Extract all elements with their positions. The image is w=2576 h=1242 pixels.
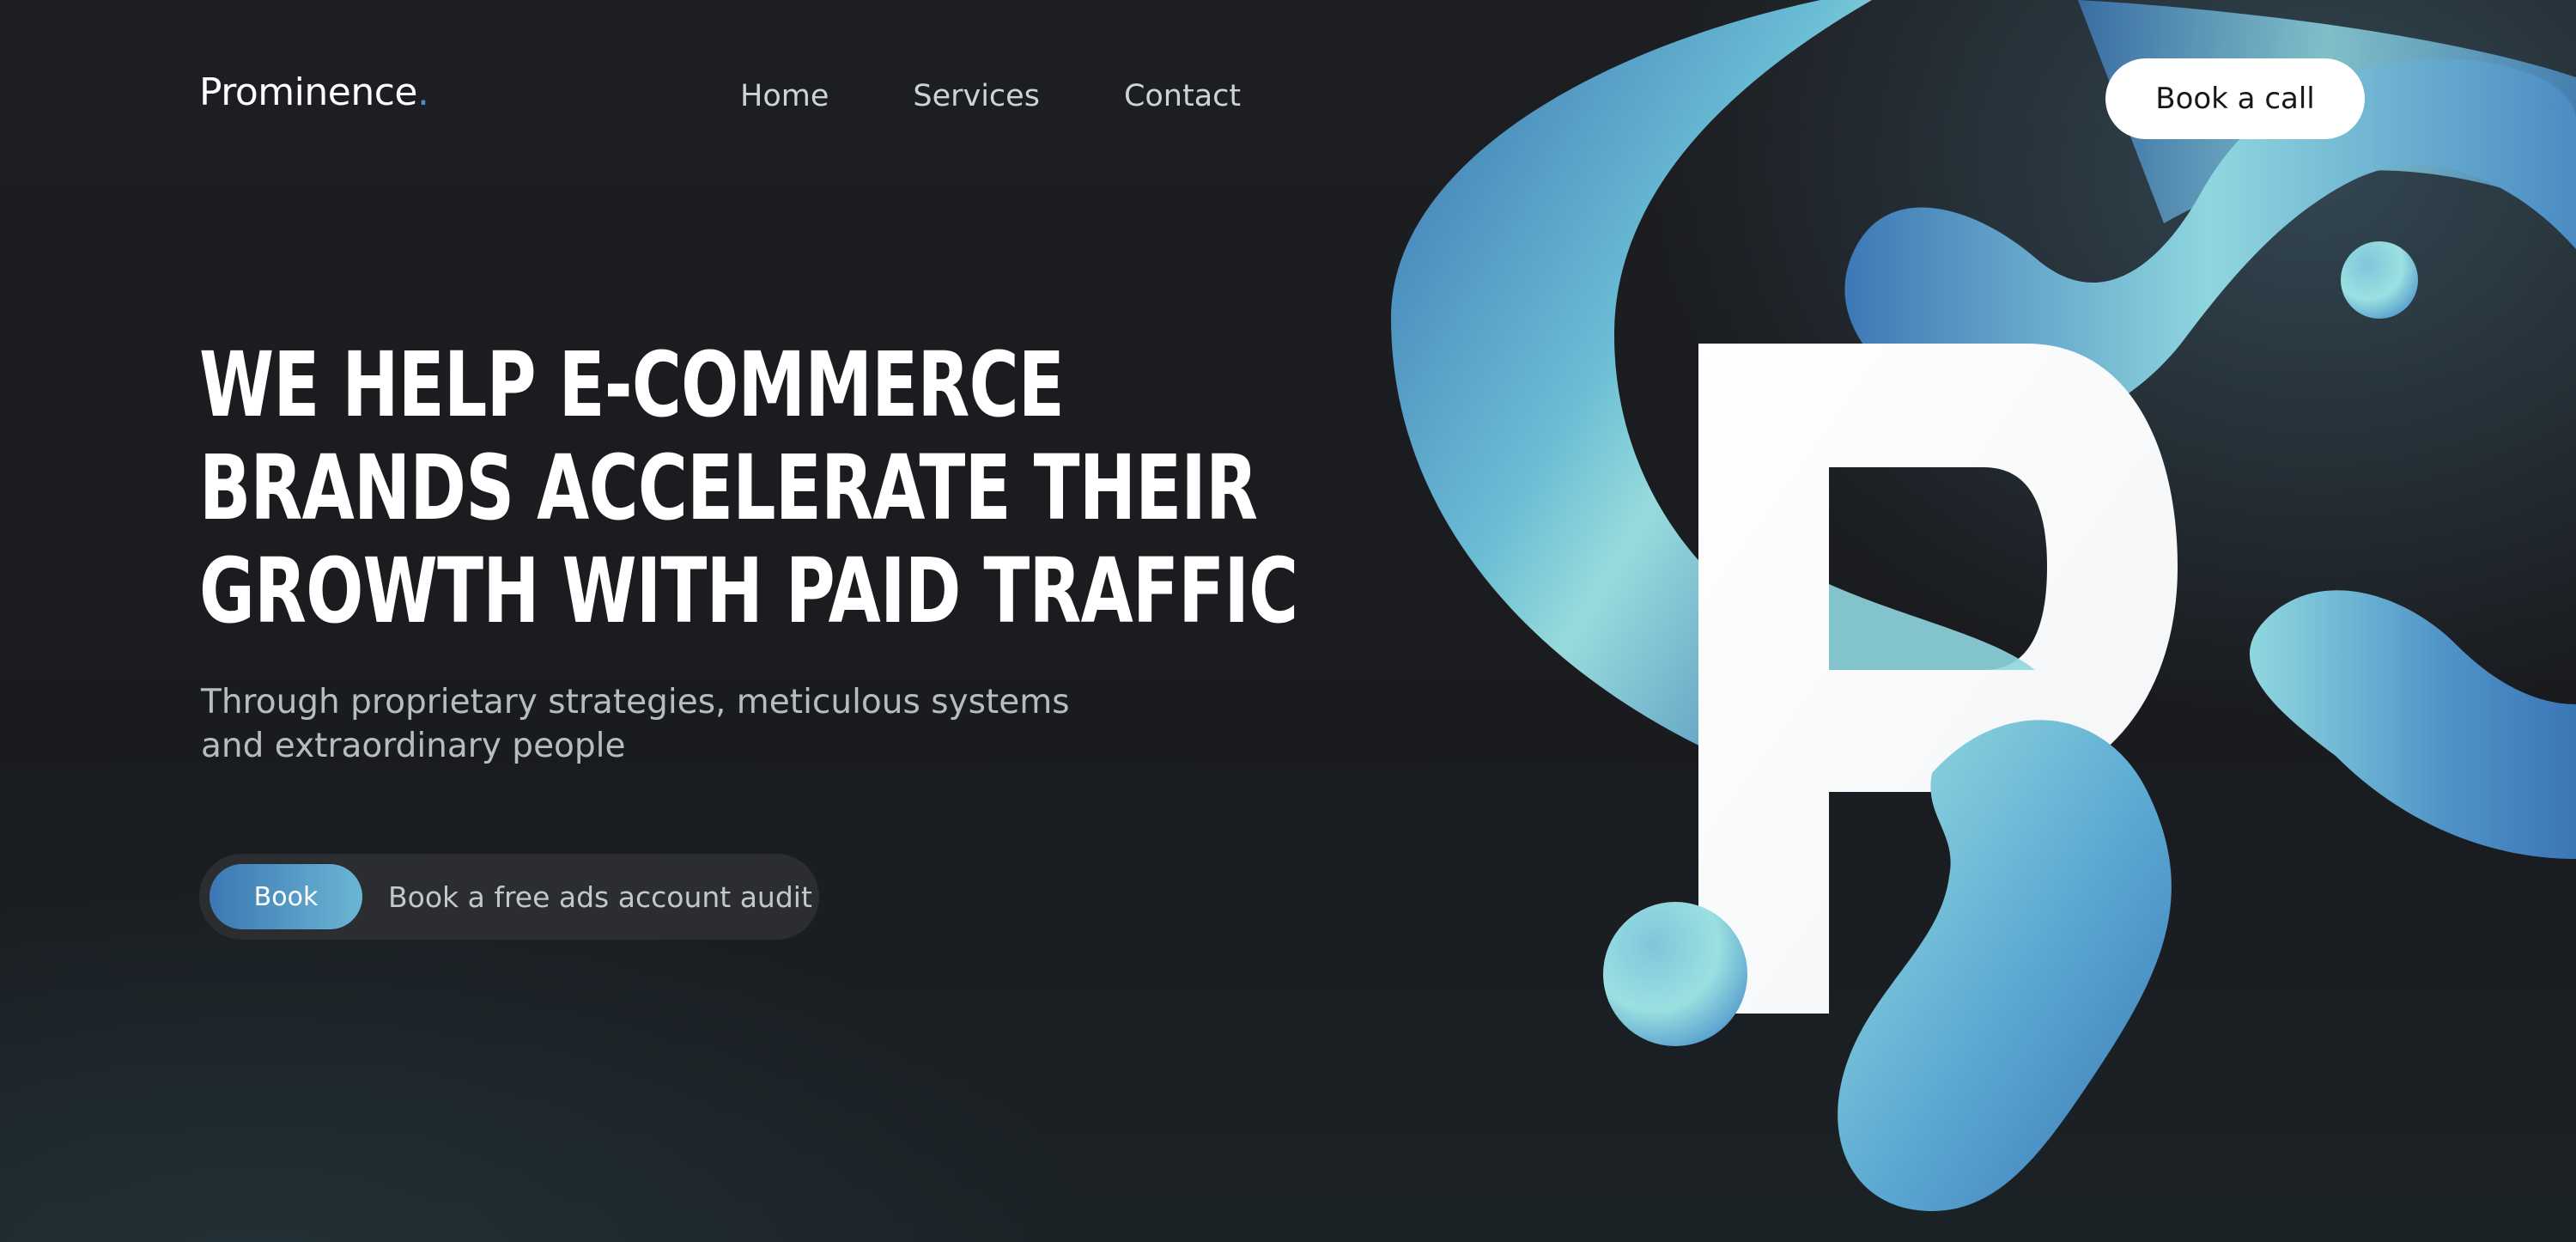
landing-page: Prominence. Home Services Contact Book a… [0,0,2576,1242]
hero-subheadline: Through proprietary strategies, meticulo… [201,680,1103,768]
hero-headline: WE HELP E-COMMERCE BRANDS ACCELERATE THE… [199,332,1298,643]
logo-text: Prominence [199,70,418,114]
headline-line-3: GROWTH WITH PAID TRAFFIC [199,539,1298,643]
nav-item-contact[interactable]: Contact [1124,79,1241,113]
logo-dot: . [417,70,429,114]
book-audit-button[interactable]: Book [210,864,362,929]
headline-line-1: WE HELP E-COMMERCE [199,332,1065,437]
subheadline-line-2: and extraordinary people [201,727,626,765]
book-a-call-button[interactable]: Book a call [2105,58,2365,139]
nav-item-services[interactable]: Services [913,79,1040,113]
main-nav: Home Services Contact [740,79,1241,113]
audit-cta-text: Book a free ads account audit [388,880,812,914]
headline-line-2: BRANDS ACCELERATE THEIR [199,435,1258,540]
subheadline-line-1: Through proprietary strategies, meticulo… [201,683,1070,721]
brand-logo[interactable]: Prominence. [199,70,429,114]
nav-item-home[interactable]: Home [740,79,829,113]
audit-cta-pill[interactable]: Book Book a free ads account audit [199,854,819,940]
